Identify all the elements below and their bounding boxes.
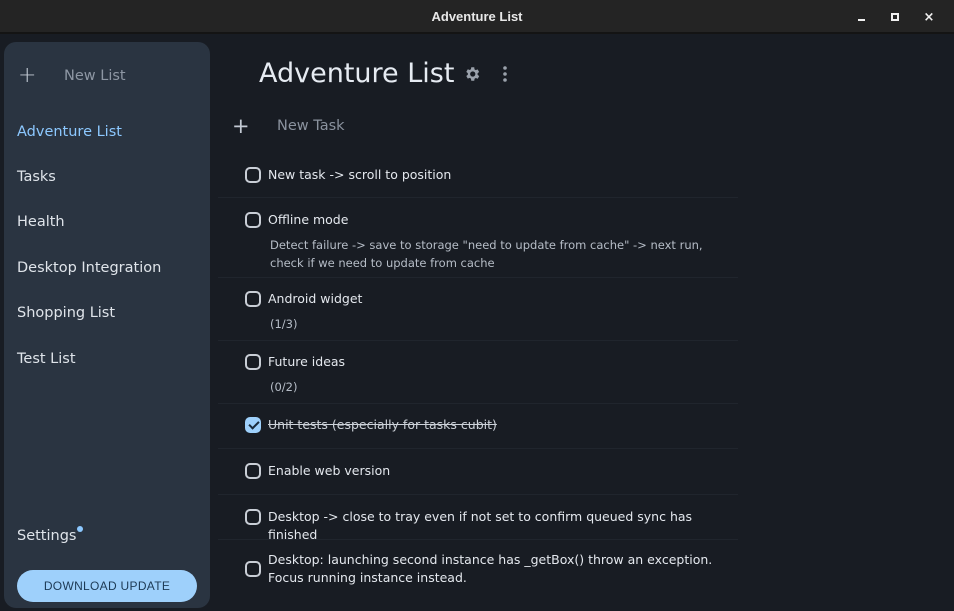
task-description: Detect failure -> save to storage "need … — [270, 238, 703, 270]
settings-link[interactable]: Settings — [17, 526, 84, 544]
page-title: Adventure List — [259, 58, 455, 89]
task-checkbox[interactable] — [245, 561, 261, 577]
task-item[interactable]: Android widget (1/3) — [218, 278, 738, 341]
sidebar-item-test-list[interactable]: Test List — [17, 347, 76, 371]
new-list-label: New List — [64, 68, 126, 84]
task-title: New task -> scroll to position — [268, 167, 452, 182]
task-checkbox[interactable] — [245, 167, 261, 183]
close-button[interactable]: × — [912, 0, 946, 34]
more-options-icon[interactable] — [499, 65, 511, 83]
task-checkbox[interactable] — [245, 212, 261, 228]
plus-icon: + — [232, 114, 250, 138]
window-titlebar: Adventure List × — [0, 0, 954, 34]
task-title: Future ideas — [268, 354, 346, 369]
task-title: Enable web version — [268, 463, 391, 478]
task-title: Desktop: launching second instance has _… — [268, 552, 713, 585]
task-checkbox[interactable] — [245, 291, 261, 307]
new-task-placeholder: New Task — [277, 118, 345, 134]
task-checkbox[interactable] — [245, 354, 261, 370]
plus-icon: + — [18, 63, 37, 88]
task-item[interactable]: Desktop: launching second instance has _… — [218, 540, 738, 600]
task-item[interactable]: Enable web version — [218, 449, 738, 495]
task-item[interactable]: Desktop -> close to tray even if not set… — [218, 495, 738, 542]
settings-label: Settings — [17, 528, 77, 544]
download-update-button[interactable]: DOWNLOAD UPDATE — [17, 570, 197, 602]
sidebar-item-tasks[interactable]: Tasks — [17, 165, 56, 189]
window-title: Adventure List — [431, 8, 523, 24]
sidebar-item-shopping-list[interactable]: Shopping List — [17, 301, 115, 325]
update-indicator-dot — [77, 526, 84, 532]
task-checkbox[interactable] — [245, 463, 261, 479]
close-icon: × — [923, 9, 935, 25]
subtask-count: (1/3) — [270, 317, 298, 331]
task-title: Android widget — [268, 291, 363, 306]
new-list-button[interactable]: + New List — [4, 60, 210, 92]
minimize-icon — [857, 19, 865, 21]
new-task-input[interactable]: + New Task — [218, 114, 738, 140]
window-controls: × — [844, 0, 946, 34]
subtask-count: (0/2) — [270, 380, 298, 394]
task-title: Desktop -> close to tray even if not set… — [268, 509, 693, 542]
sidebar-item-desktop-integration[interactable]: Desktop Integration — [17, 256, 161, 280]
task-item[interactable]: New task -> scroll to position — [218, 152, 738, 198]
main-panel: Adventure List + New Task New task -> sc… — [218, 36, 954, 611]
task-title: Unit tests (especially for tasks cubit) — [268, 417, 497, 432]
task-item[interactable]: Future ideas (0/2) — [218, 341, 738, 404]
sidebar-item-health[interactable]: Health — [17, 210, 65, 234]
sidebar: + New List Adventure List Tasks Health D… — [4, 42, 210, 608]
task-title: Offline mode — [268, 212, 349, 227]
task-checkbox-checked[interactable] — [245, 417, 261, 433]
task-checkbox[interactable] — [245, 509, 261, 525]
task-item[interactable]: Unit tests (especially for tasks cubit) — [218, 404, 738, 449]
sidebar-item-adventure-list[interactable]: Adventure List — [17, 120, 122, 144]
minimize-button[interactable] — [844, 0, 878, 34]
task-item[interactable]: Offline mode Detect failure -> save to s… — [218, 198, 738, 278]
maximize-button[interactable] — [878, 0, 912, 34]
task-list: New task -> scroll to position Offline m… — [218, 152, 738, 600]
gear-icon[interactable] — [463, 65, 481, 83]
maximize-icon — [891, 13, 899, 21]
